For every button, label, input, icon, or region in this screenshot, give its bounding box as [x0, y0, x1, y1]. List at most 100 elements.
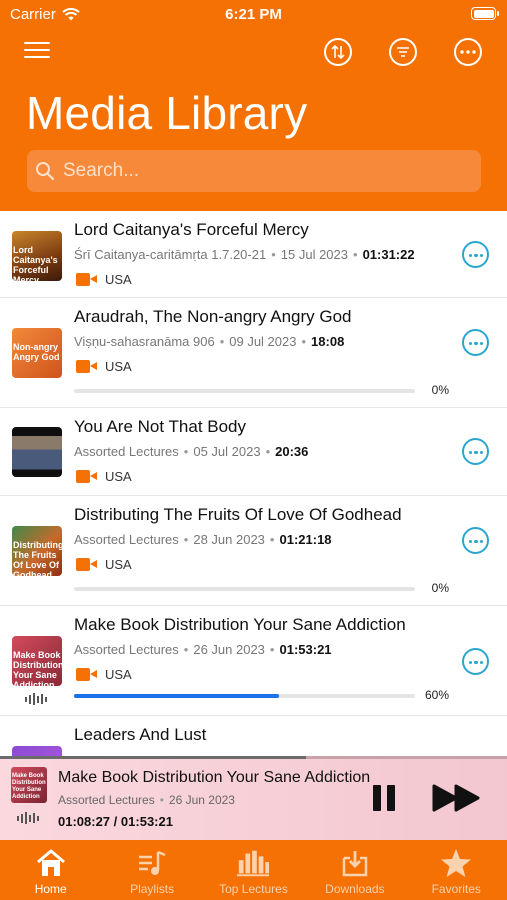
bar-chart-icon: [236, 847, 270, 879]
lecture-thumbnail: [12, 427, 62, 477]
thumbnail-text: Non-angry Angry God: [13, 342, 60, 362]
location-label: USA: [105, 359, 132, 374]
total-time: 01:53:21: [120, 814, 173, 829]
progress-bar: [74, 389, 415, 393]
filter-icon[interactable]: [389, 38, 417, 66]
now-playing-source: Assorted Lectures: [58, 793, 155, 807]
progress-bar: [74, 694, 415, 698]
video-icon: [76, 668, 97, 681]
playback-scrubber[interactable]: [0, 756, 507, 759]
lecture-thumbnail: Distributing The Fruits Of Love Of Godhe…: [12, 526, 62, 576]
search-input[interactable]: [63, 150, 463, 192]
lecture-source: Viṣṇu-sahasranāma 906: [74, 334, 215, 349]
progress-fill: [74, 694, 279, 698]
list-item[interactable]: Lord Caitanya's Forceful Mercy Lord Cait…: [0, 211, 507, 298]
video-icon: [76, 273, 97, 286]
lecture-location: USA: [76, 272, 132, 287]
now-playing-date: 26 Jun 2023: [168, 793, 235, 807]
lecture-more-button[interactable]: [462, 329, 489, 356]
thumbnail-text: Make Book Distribution Your Sane Addicti…: [12, 773, 46, 800]
list-item[interactable]: You Are Not That Body Assorted Lectures •…: [0, 408, 507, 496]
waveform-icon: [17, 812, 39, 824]
lecture-location: USA: [76, 557, 132, 572]
location-label: USA: [105, 667, 132, 682]
lecture-more-button[interactable]: [462, 438, 489, 465]
playlist-icon: [135, 847, 169, 879]
lecture-more-button[interactable]: [462, 241, 489, 268]
lecture-duration: 18:08: [311, 334, 345, 349]
lecture-source: Assorted Lectures: [74, 444, 179, 459]
pause-button[interactable]: [372, 785, 398, 811]
elapsed-time: 01:08:27: [58, 814, 111, 829]
search-icon: [36, 162, 55, 181]
location-label: USA: [105, 469, 132, 484]
progress-label: 0%: [431, 581, 449, 595]
tab-playlists[interactable]: Playlists: [101, 840, 202, 900]
tab-favorites[interactable]: Favorites: [406, 840, 507, 900]
more-icon[interactable]: [454, 38, 482, 66]
thumbnail-text: Make Book Distribution Your Sane Addicti…: [13, 650, 62, 686]
progress-bar: [74, 587, 415, 591]
now-playing-time: 01:08:27 / 01:53:21: [58, 814, 173, 829]
lecture-thumbnail: [12, 746, 62, 756]
lecture-location: USA: [76, 469, 132, 484]
lecture-thumbnail: Non-angry Angry God: [12, 328, 62, 378]
tab-home[interactable]: Home: [0, 840, 101, 900]
lecture-source: Assorted Lectures: [74, 532, 179, 547]
lecture-title: Make Book Distribution Your Sane Addicti…: [74, 615, 406, 634]
menu-icon[interactable]: [24, 42, 50, 62]
lecture-title: Lord Caitanya's Forceful Mercy: [74, 220, 309, 239]
lecture-thumbnail: Lord Caitanya's Forceful Mercy: [12, 231, 62, 281]
lecture-title: Leaders And Lust: [74, 725, 207, 744]
scrubber-fill: [0, 756, 306, 759]
location-label: USA: [105, 272, 132, 287]
video-icon: [76, 558, 97, 571]
battery-icon: [471, 7, 499, 20]
lecture-title: You Are Not That Body: [74, 417, 247, 436]
download-icon: [338, 847, 372, 879]
thumbnail-text: Distributing The Fruits Of Love Of Godhe…: [13, 540, 62, 576]
fast-forward-button[interactable]: [432, 784, 482, 812]
lecture-duration: 01:21:18: [279, 532, 332, 547]
top-toolbar: [0, 36, 507, 70]
progress-label: 0%: [431, 383, 449, 397]
video-icon: [76, 360, 97, 373]
lecture-list[interactable]: Lord Caitanya's Forceful Mercy Lord Cait…: [0, 211, 507, 756]
now-playing-bar[interactable]: Make Book Distribution Your Sane Addicti…: [0, 756, 507, 840]
thumbnail-text: Lord Caitanya's Forceful Mercy: [13, 245, 58, 281]
lecture-source: Assorted Lectures: [74, 642, 179, 657]
tab-label: Downloads: [325, 882, 385, 896]
header: Carrier 6:21 PM Media Library: [0, 0, 507, 211]
lecture-more-button[interactable]: [462, 527, 489, 554]
tab-downloads[interactable]: Downloads: [304, 840, 405, 900]
lecture-thumbnail: Make Book Distribution Your Sane Addicti…: [12, 636, 62, 686]
tab-top-lectures[interactable]: Top Lectures: [203, 840, 304, 900]
lecture-meta: Assorted Lectures • 28 Jun 2023 • 01:21:18: [74, 532, 332, 547]
lecture-date: 15 Jul 2023: [280, 247, 348, 262]
star-icon: [439, 847, 473, 879]
clock: 6:21 PM: [225, 6, 282, 23]
search-bar[interactable]: [27, 150, 481, 192]
status-bar: Carrier 6:21 PM: [0, 0, 507, 30]
home-icon: [34, 847, 68, 879]
lecture-duration: 01:53:21: [279, 642, 332, 657]
list-item[interactable]: Leaders And Lust: [0, 716, 507, 756]
list-item[interactable]: Distributing The Fruits Of Love Of Godhe…: [0, 496, 507, 606]
video-icon: [76, 470, 97, 483]
lecture-date: 09 Jul 2023: [229, 334, 297, 349]
page-title: Media Library: [26, 87, 308, 139]
now-playing-title: Make Book Distribution Your Sane Addicti…: [58, 769, 371, 786]
sort-icon[interactable]: [324, 38, 352, 66]
lecture-source: Śrī Caitanya-caritāmṛta 1.7.20-21: [74, 247, 267, 262]
lecture-more-button[interactable]: [462, 648, 489, 675]
lecture-meta: Assorted Lectures • 05 Jul 2023 • 20:36: [74, 444, 309, 459]
list-item[interactable]: Non-angry Angry God Araudrah, The Non-an…: [0, 298, 507, 408]
lecture-title: Distributing The Fruits Of Love Of Godhe…: [74, 505, 402, 524]
lecture-meta: Śrī Caitanya-caritāmṛta 1.7.20-21 • 15 Jul…: [74, 247, 415, 262]
lecture-date: 26 Jun 2023: [193, 642, 265, 657]
now-playing-thumbnail: Make Book Distribution Your Sane Addicti…: [11, 767, 47, 803]
tab-label: Playlists: [130, 882, 175, 896]
lecture-location: USA: [76, 359, 132, 374]
tab-label: Home: [34, 882, 67, 896]
list-item[interactable]: Make Book Distribution Your Sane Addicti…: [0, 606, 507, 716]
